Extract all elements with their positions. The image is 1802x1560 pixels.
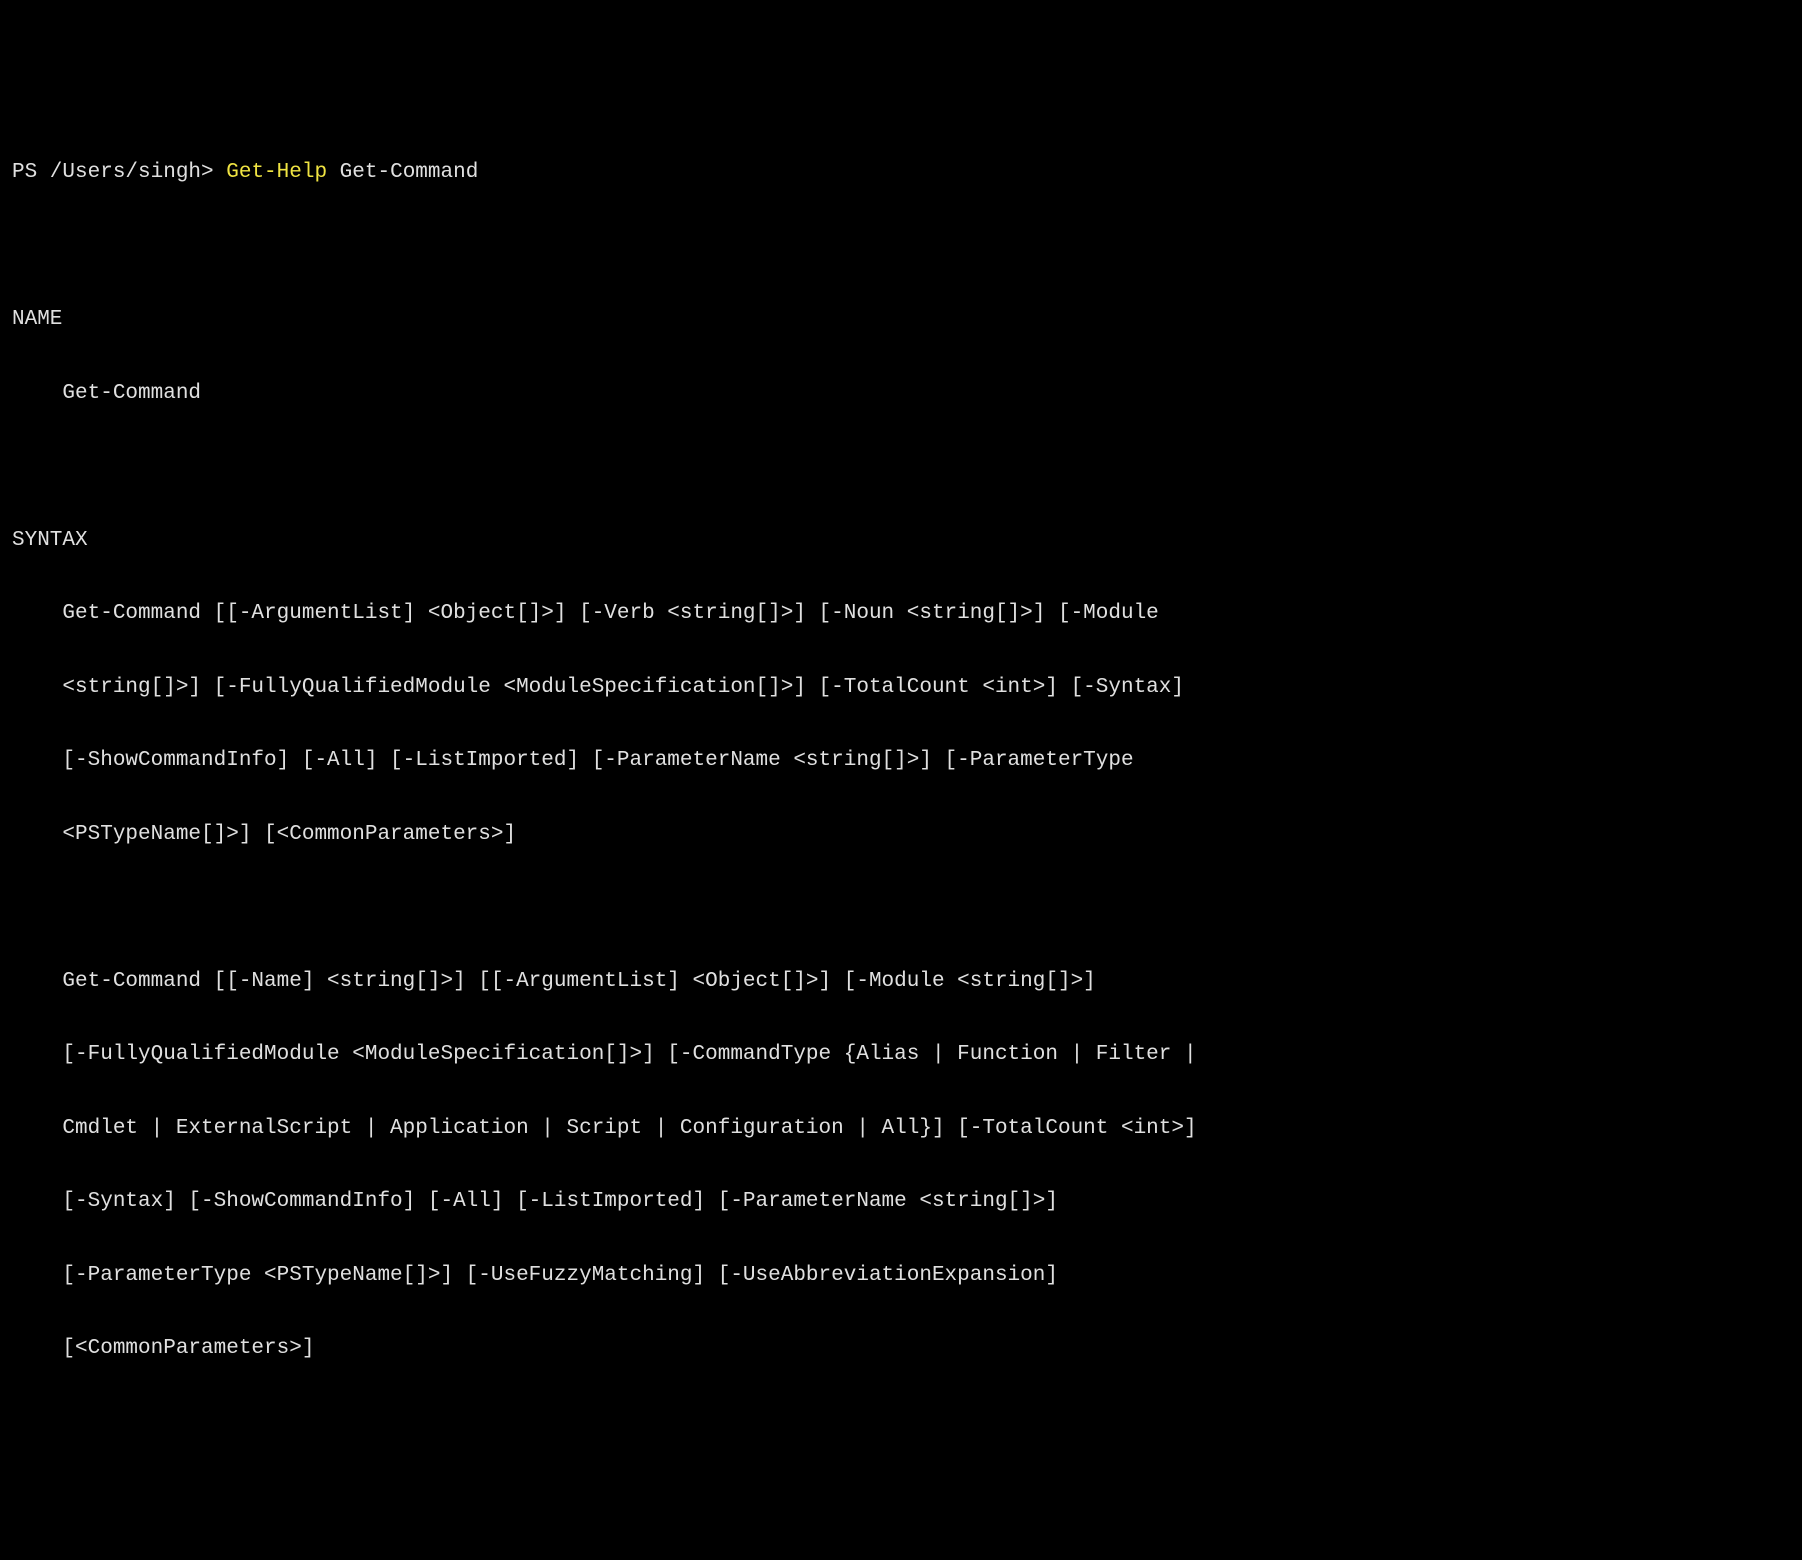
prompt-prefix: PS /Users/singh> — [12, 155, 226, 192]
syntax-line: Get-Command [[-Name] <string[]>] [[-Argu… — [12, 964, 1790, 1001]
syntax-line: <string[]>] [-FullyQualifiedModule <Modu… — [12, 670, 1790, 707]
syntax-line: Get-Command [[-ArgumentList] <Object[]>]… — [12, 596, 1790, 633]
syntax-line: [-ShowCommandInfo] [-All] [-ListImported… — [12, 743, 1790, 780]
blank-line — [12, 449, 1790, 486]
command-argument: Get-Command — [327, 155, 478, 192]
name-value: Get-Command — [12, 376, 1790, 413]
syntax-line: [-FullyQualifiedModule <ModuleSpecificat… — [12, 1037, 1790, 1074]
blank-line — [12, 890, 1790, 927]
name-section-header: NAME — [12, 302, 1790, 339]
syntax-line: Cmdlet | ExternalScript | Application | … — [12, 1111, 1790, 1148]
syntax-line: [<CommonParameters>] — [12, 1331, 1790, 1368]
syntax-line: [-Syntax] [-ShowCommandInfo] [-All] [-Li… — [12, 1184, 1790, 1221]
blank-line — [12, 229, 1790, 266]
syntax-line: [-ParameterType <PSTypeName[]>] [-UseFuz… — [12, 1258, 1790, 1295]
prompt-line: PS /Users/singh> Get-Help Get-Command — [12, 155, 1790, 192]
command-name: Get-Help — [226, 155, 327, 192]
syntax-line: <PSTypeName[]>] [<CommonParameters>] — [12, 817, 1790, 854]
syntax-section-header: SYNTAX — [12, 523, 1790, 560]
